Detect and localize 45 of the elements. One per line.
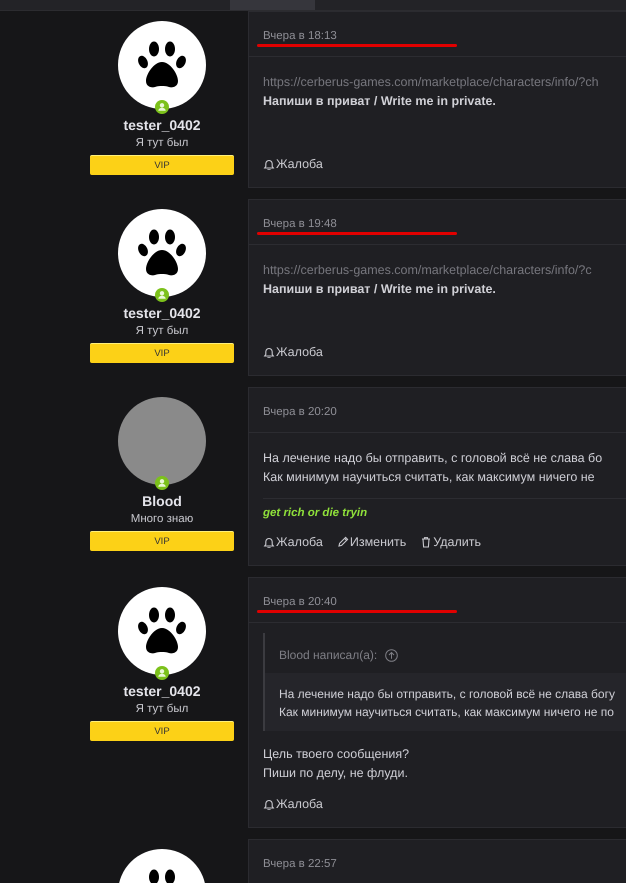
bell-action-button[interactable]: Жалоба (263, 535, 323, 549)
paw-icon (137, 228, 187, 278)
user-title: Много знаю (130, 512, 194, 527)
bell-action-button[interactable]: Жалоба (263, 345, 323, 359)
post-text: Напиши в приват / Write me in private. (263, 281, 497, 298)
user-title: Я тут был (136, 136, 188, 151)
pencil-action-button[interactable]: Изменить (336, 535, 406, 549)
username[interactable]: tester_0402 (123, 683, 201, 699)
quote-text: На лечение надо бы отправить, с головой всё не слава богу (279, 686, 616, 703)
post-text: Как минимум научиться считать, как максимум ничего не (263, 469, 596, 486)
user-title: Я тут был (136, 702, 188, 717)
bell-icon (263, 346, 275, 358)
post-time[interactable]: Вчера в 18:13 (263, 30, 337, 42)
bell-action-button[interactable]: Жалоба (263, 157, 323, 171)
user-badge: VIP (90, 343, 234, 363)
user-badge: VIP (90, 721, 234, 741)
post-time[interactable]: Вчера в 22:57 (263, 858, 337, 870)
trash-action-button[interactable]: Удалить (420, 535, 481, 549)
trash-icon (420, 536, 432, 548)
username[interactable]: tester_0402 (123, 117, 201, 133)
post-time[interactable]: Вчера в 20:40 (263, 596, 337, 608)
arrow-up-circle-icon[interactable] (385, 648, 398, 662)
quote-text: Как минимум научиться считать, как максимум ничего не по (279, 704, 615, 721)
signature: get rich or die tryin (263, 498, 626, 521)
user-badge: VIP (90, 155, 234, 175)
post-link[interactable]: https://cerberus-games.com/marketplace/characters/info/?ch (263, 73, 626, 92)
bell-icon (263, 798, 275, 810)
post-text: Напиши в приват / Write me in private. (263, 93, 497, 110)
post-text: Цель твоего сообщения? (263, 746, 410, 763)
bell-action-button[interactable]: Жалоба (263, 797, 323, 811)
pencil-icon (336, 536, 349, 548)
post-link[interactable]: https://cerberus-games.com/marketplace/characters/info/?c (263, 261, 626, 280)
bell-icon (263, 536, 275, 548)
post-text: Пиши по делу, не флуди. (263, 765, 409, 782)
bell-icon (263, 158, 275, 170)
paw-icon (137, 606, 187, 656)
post-text: На лечение надо бы отправить, с головой всё не слава бо (263, 450, 604, 467)
post-time[interactable]: Вчера в 19:48 (263, 218, 337, 230)
quote-author: Blood написал(а): (279, 647, 378, 663)
user-title: Я тут был (136, 324, 188, 339)
username[interactable]: Blood (142, 493, 182, 509)
post-time[interactable]: Вчера в 20:20 (263, 406, 337, 418)
user-badge: VIP (90, 531, 234, 551)
paw-icon (137, 40, 187, 90)
username[interactable]: tester_0402 (123, 305, 201, 321)
